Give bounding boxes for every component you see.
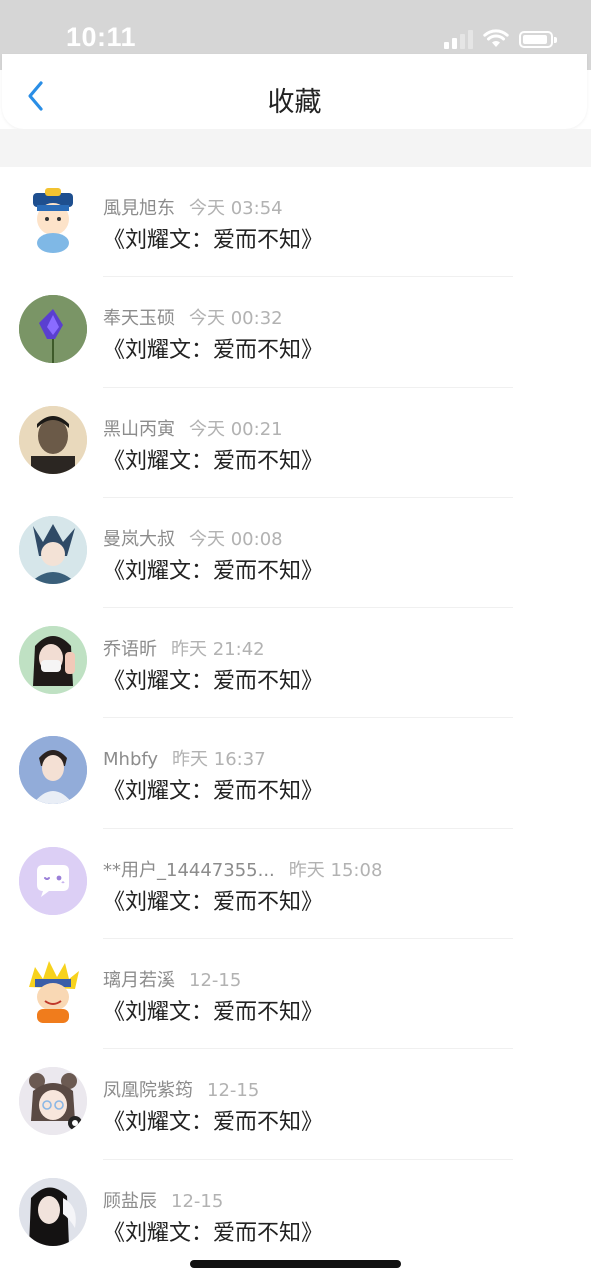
avatar[interactable] bbox=[19, 957, 87, 1026]
list-item[interactable]: 曼岚大叔 今天 00:08 《刘耀文：爱而不知》 bbox=[0, 498, 591, 609]
row-meta: 璃月若溪 12-15 bbox=[103, 966, 241, 992]
nav-header: 收藏 bbox=[2, 54, 587, 129]
favorite-title: 《刘耀文：爱而不知》 bbox=[103, 669, 324, 695]
favorite-title: 《刘耀文：爱而不知》 bbox=[103, 779, 324, 805]
section-gap bbox=[0, 129, 591, 167]
timestamp: 今天 00:08 bbox=[189, 528, 283, 550]
row-meta: 乔语昕 昨天 21:42 bbox=[103, 635, 265, 661]
user-name: 曼岚大叔 bbox=[103, 528, 175, 550]
avatar[interactable] bbox=[19, 1177, 87, 1246]
user-name: 黑山丙寅 bbox=[103, 418, 175, 440]
favorite-title: 《刘耀文：爱而不知》 bbox=[103, 1220, 324, 1246]
row-meta: 顾盐辰 12-15 bbox=[103, 1187, 223, 1213]
avatar[interactable] bbox=[19, 846, 87, 915]
user-name: 風見旭东 bbox=[103, 198, 175, 219]
list-item[interactable]: 乔语昕 昨天 21:42 《刘耀文：爱而不知》 bbox=[0, 608, 591, 719]
favorite-title: 《刘耀文：爱而不知》 bbox=[103, 228, 324, 253]
row-meta: 凤凰院紫筠 12-15 bbox=[103, 1076, 259, 1102]
timestamp: 12-15 bbox=[171, 1190, 224, 1212]
timestamp: 昨天 16:37 bbox=[172, 749, 266, 771]
user-name: Mhbfy bbox=[103, 749, 159, 771]
list-item[interactable]: **用户_14447355... 昨天 15:08 《刘耀文：爱而不知》 bbox=[0, 829, 591, 940]
avatar[interactable] bbox=[19, 405, 87, 474]
favorite-title: 《刘耀文：爱而不知》 bbox=[103, 1000, 324, 1026]
row-meta: 奉天玉硕 今天 00:32 bbox=[103, 304, 283, 330]
list-item[interactable]: 璃月若溪 12-15 《刘耀文：爱而不知》 bbox=[0, 939, 591, 1050]
favorite-title: 《刘耀文：爱而不知》 bbox=[103, 448, 324, 474]
list-item[interactable]: 黑山丙寅 今天 00:21 《刘耀文：爱而不知》 bbox=[0, 388, 591, 498]
avatar[interactable] bbox=[19, 626, 87, 695]
home-indicator[interactable] bbox=[190, 1260, 401, 1268]
avatar[interactable] bbox=[19, 185, 87, 253]
timestamp: 昨天 21:42 bbox=[171, 639, 265, 661]
list-item[interactable]: 顾盐辰 12-15 《刘耀文：爱而不知》 bbox=[0, 1160, 591, 1270]
list-item[interactable]: Mhbfy 昨天 16:37 《刘耀文：爱而不知》 bbox=[0, 718, 591, 829]
avatar[interactable] bbox=[19, 295, 87, 364]
timestamp: 12-15 bbox=[207, 1080, 260, 1102]
status-time: 10:11 bbox=[66, 22, 137, 52]
row-meta: 黑山丙寅 今天 00:21 bbox=[103, 415, 283, 441]
user-name: 乔语昕 bbox=[103, 639, 157, 661]
page-title: 收藏 bbox=[267, 87, 322, 118]
favorites-list: 風見旭东 今天 03:54 《刘耀文：爱而不知》 奉天玉硕 今天 00:32 《刘耀… bbox=[0, 167, 591, 1270]
status-icons bbox=[444, 28, 557, 50]
row-meta: Mhbfy 昨天 16:37 bbox=[103, 745, 266, 771]
list-item[interactable]: 風見旭东 今天 03:54 《刘耀文：爱而不知》 bbox=[0, 167, 591, 278]
user-name: **用户_14447355... bbox=[103, 859, 275, 881]
list-item[interactable]: 凤凰院紫筠 12-15 《刘耀文：爱而不知》 bbox=[0, 1049, 591, 1160]
avatar[interactable] bbox=[19, 515, 87, 584]
favorite-title: 《刘耀文：爱而不知》 bbox=[103, 889, 324, 915]
favorite-title: 《刘耀文：爱而不知》 bbox=[103, 1110, 324, 1136]
timestamp: 今天 00:32 bbox=[189, 308, 283, 330]
favorite-title: 《刘耀文：爱而不知》 bbox=[103, 338, 324, 364]
user-name: 璃月若溪 bbox=[103, 970, 175, 992]
timestamp: 今天 03:54 bbox=[189, 198, 283, 219]
timestamp: 今天 00:21 bbox=[189, 418, 283, 440]
favorite-title: 《刘耀文：爱而不知》 bbox=[103, 558, 324, 584]
user-name: 顾盐辰 bbox=[103, 1190, 157, 1212]
row-meta: 風見旭东 今天 03:54 bbox=[103, 194, 283, 220]
avatar[interactable] bbox=[19, 736, 87, 805]
row-meta: 曼岚大叔 今天 00:08 bbox=[103, 525, 283, 551]
row-meta: **用户_14447355... 昨天 15:08 bbox=[103, 856, 382, 882]
battery-icon bbox=[519, 30, 557, 48]
list-item[interactable]: 奉天玉硕 今天 00:32 《刘耀文：爱而不知》 bbox=[0, 277, 591, 388]
cellular-signal-icon bbox=[444, 29, 473, 49]
timestamp: 昨天 15:08 bbox=[288, 859, 383, 881]
timestamp: 12-15 bbox=[189, 970, 242, 992]
user-name: 凤凰院紫筠 bbox=[103, 1080, 193, 1102]
wifi-icon bbox=[483, 29, 509, 47]
user-name: 奉天玉硕 bbox=[103, 308, 175, 330]
avatar[interactable] bbox=[19, 1067, 87, 1136]
chat-bubble-icon bbox=[19, 846, 87, 915]
